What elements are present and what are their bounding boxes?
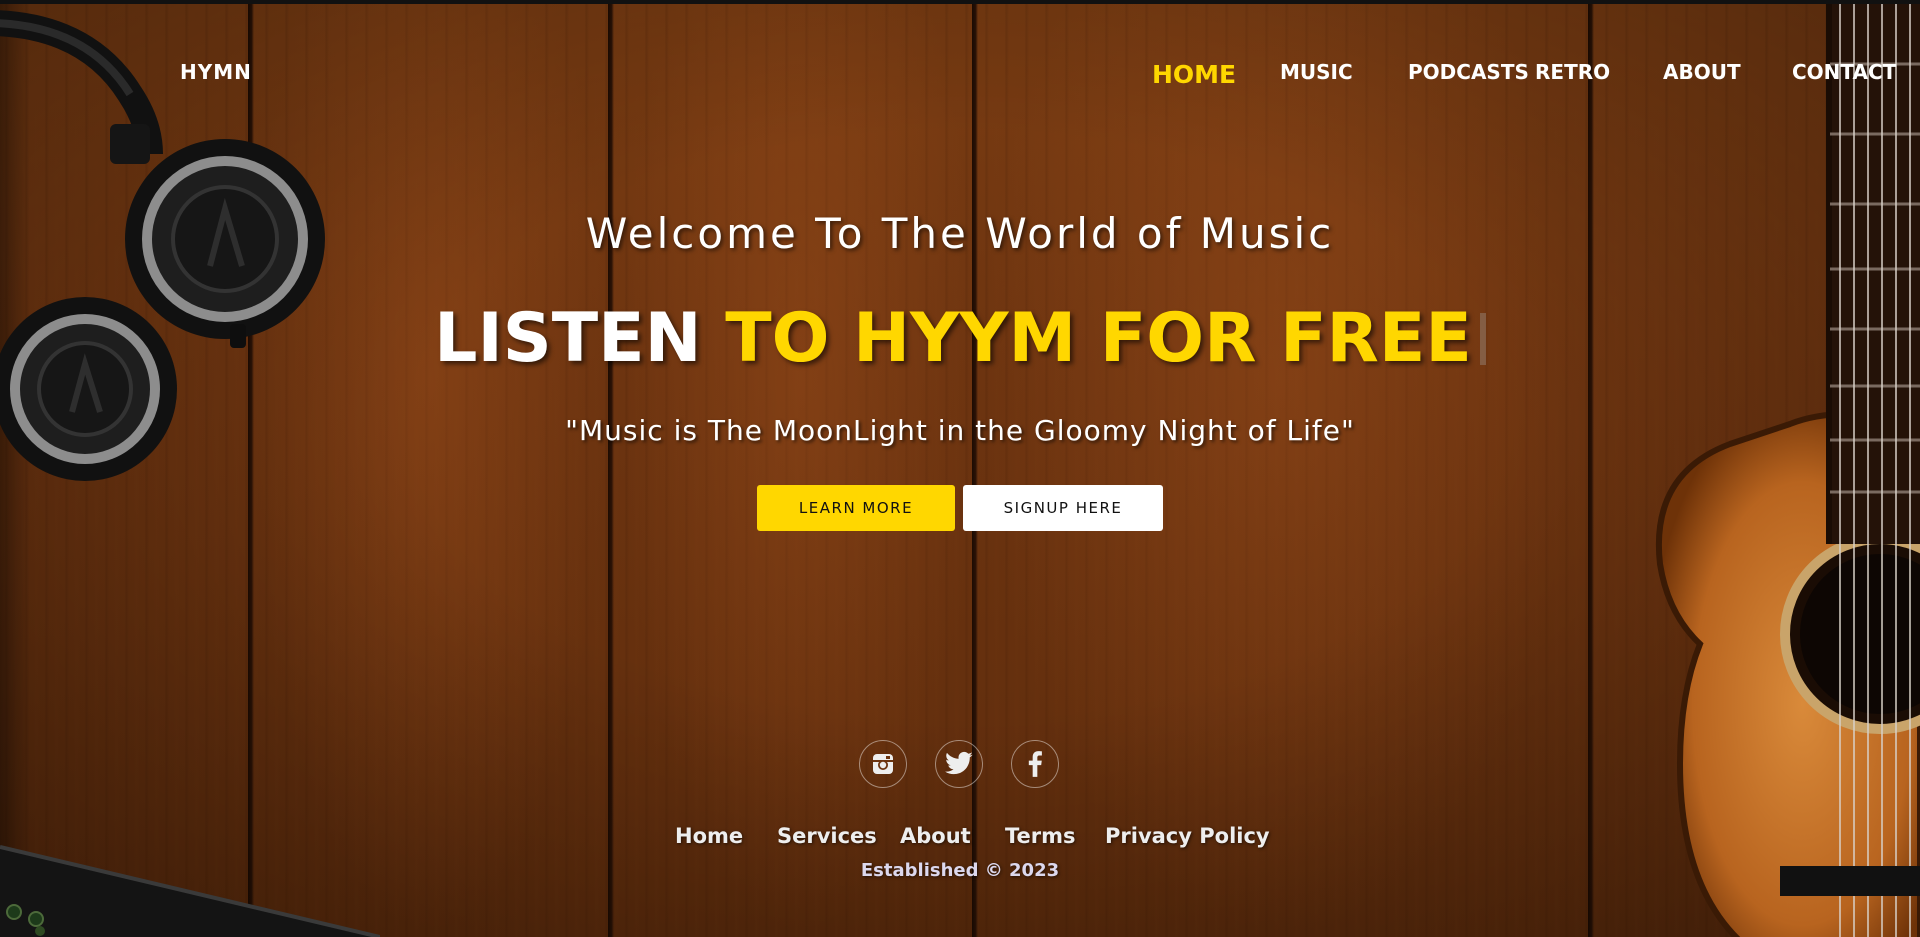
twitter-link[interactable] [935, 740, 983, 788]
guitar-image [1655, 4, 1920, 937]
instagram-icon [873, 754, 893, 774]
keyboard-image [0, 845, 380, 937]
top-nav: HYMN HOME MUSIC PODCASTS RETRO ABOUT CON… [0, 4, 1920, 124]
learn-more-button[interactable]: LEARN MORE [757, 485, 955, 531]
twitter-icon [945, 751, 973, 775]
page: HYMN HOME MUSIC PODCASTS RETRO ABOUT CON… [0, 0, 1920, 937]
nav-item-music[interactable]: MUSIC [1280, 60, 1353, 84]
footer-link-about[interactable]: About [900, 824, 971, 848]
footer-link-home[interactable]: Home [675, 824, 743, 848]
facebook-link[interactable] [1011, 740, 1059, 788]
instagram-link[interactable] [859, 740, 907, 788]
facebook-icon [1028, 751, 1042, 777]
welcome-heading: Welcome To The World of Music [585, 209, 1335, 258]
signup-button[interactable]: SIGNUP HERE [963, 485, 1163, 531]
hero-headline: LISTEN TO HYYM FOR FREE [0, 299, 1920, 378]
headline-white-part: LISTEN [434, 299, 702, 378]
established-text: Established © 2023 [860, 860, 1060, 881]
typing-caret [1479, 313, 1486, 365]
footer-link-services[interactable]: Services [777, 824, 877, 848]
nav-item-retro[interactable]: RETRO [1535, 60, 1610, 84]
footer-link-privacy-policy[interactable]: Privacy Policy [1105, 824, 1270, 848]
nav-item-about[interactable]: ABOUT [1663, 60, 1741, 84]
nav-item-home[interactable]: HOME [1152, 60, 1236, 89]
brand-logo[interactable]: HYMN [180, 60, 252, 84]
headline-yellow-part: TO HYYM FOR FREE [725, 299, 1472, 378]
hero-quote: "Music is The MoonLight in the Gloomy Ni… [565, 414, 1355, 447]
nav-item-podcasts[interactable]: PODCASTS [1408, 60, 1529, 84]
footer-link-terms[interactable]: Terms [1005, 824, 1076, 848]
nav-item-contact[interactable]: CONTACT [1792, 60, 1896, 84]
